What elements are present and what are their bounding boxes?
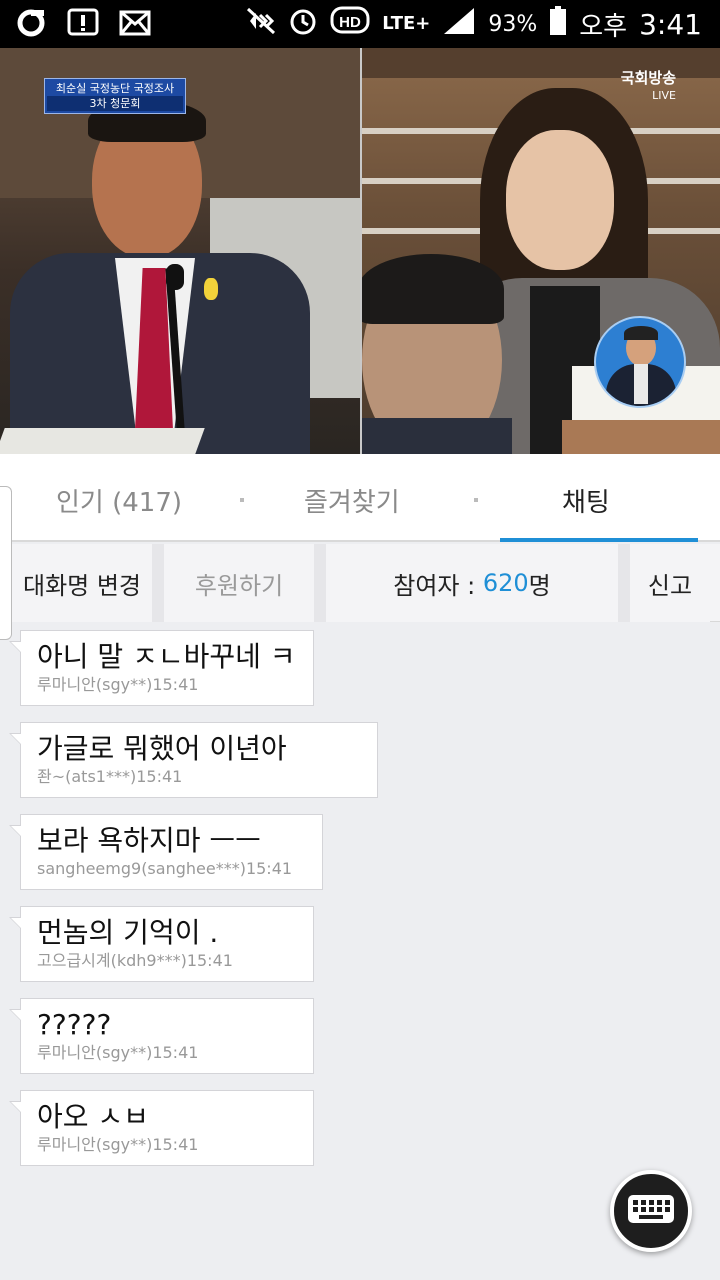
alarm-icon (288, 6, 318, 43)
signal-icon (442, 6, 476, 43)
video-left-speaker: 최순실 국정농단 국정조사 3차 청문회 (0, 48, 360, 454)
broadcaster-logo: 국회방송 LIVE (621, 70, 676, 104)
alert-icon (66, 6, 100, 40)
message-meta: 좐~(ats1***)15:41 (37, 767, 183, 786)
mail-icon (118, 6, 152, 40)
message-meta: 루마니안(sgy**)15:41 (37, 1043, 199, 1062)
network-label: LTE+ (382, 13, 431, 34)
mute-icon (246, 7, 276, 42)
hd-icon: HD (330, 6, 370, 43)
active-tab-indicator (500, 538, 698, 542)
status-bar: HD LTE+ 93% 오후 3:41 (0, 0, 720, 48)
keyboard-icon (627, 1194, 675, 1228)
participants-prefix: 참여자 : (393, 571, 483, 600)
tab-separator-dot (240, 498, 244, 502)
participants-count: 참여자 : 620 명 (326, 544, 618, 622)
tab-favorites[interactable]: 즐겨찾기 (304, 482, 400, 519)
message-meta: 루마니안(sgy**)15:41 (37, 1135, 199, 1154)
toolbar-separator (152, 544, 164, 622)
video-player[interactable]: 최순실 국정농단 국정조사 3차 청문회 국회방송 LIVE (0, 48, 720, 454)
chat-message[interactable]: 먼놈의 기억이 . 고으급시계(kdh9***)15:41 (9, 906, 314, 982)
donate-button[interactable]: 후원하기 (164, 544, 314, 622)
chat-message[interactable]: 아니 말 ㅈㄴ바꾸네 ㅋ 루마니안(sgy**)15:41 (9, 630, 314, 706)
chat-toolbar: 대화명 변경 후원하기 참여자 : 620 명 신고 (0, 544, 720, 622)
broadcast-caption: 최순실 국정농단 국정조사 3차 청문회 (44, 78, 186, 114)
battery-percent: 93% (488, 11, 538, 37)
clock-ampm: 오후 (579, 11, 628, 42)
message-text: 보라 욕하지마 ㅡㅡ (37, 824, 261, 857)
svg-text:HD: HD (339, 14, 361, 31)
sign-language-interpreter (594, 316, 686, 408)
participants-number: 620 (482, 569, 529, 597)
clock-time: 3:41 (639, 7, 702, 41)
message-meta: sangheemg9(sanghee***)15:41 (37, 859, 293, 878)
toolbar-separator (618, 544, 630, 622)
message-meta: 루마니안(sgy**)15:41 (37, 675, 199, 694)
message-text: ????? (37, 1008, 112, 1041)
live-label: LIVE (652, 89, 676, 102)
participants-suffix: 명 (528, 571, 551, 600)
notification-o-icon (14, 6, 48, 40)
rename-button[interactable]: 대화명 변경 (12, 544, 152, 622)
lte-icon: LTE+ (382, 15, 430, 33)
caption-title: 최순실 국정농단 국정조사 (55, 82, 175, 95)
tab-chat[interactable]: 채팅 (562, 482, 610, 519)
caption-subtitle: 3차 청문회 (47, 96, 183, 111)
broadcaster-name: 국회방송 (620, 69, 676, 87)
drawer-handle[interactable] (0, 486, 12, 640)
battery-icon (549, 5, 567, 43)
message-text: 먼놈의 기억이 . (37, 916, 219, 949)
chat-message[interactable]: 가글로 뭐했어 이년아 좐~(ats1***)15:41 (9, 722, 378, 798)
message-text: 가글로 뭐했어 이년아 (37, 732, 287, 765)
toolbar-separator (314, 544, 326, 622)
chat-message[interactable]: ????? 루마니안(sgy**)15:41 (9, 998, 314, 1074)
message-text: 아니 말 ㅈㄴ바꾸네 ㅋ (37, 640, 296, 673)
message-meta: 고으급시계(kdh9***)15:41 (37, 951, 233, 970)
tab-popular[interactable]: 인기 (417) (56, 482, 182, 519)
tab-bar: 인기 (417) 즐겨찾기 채팅 (0, 454, 720, 542)
tab-separator-dot (474, 498, 478, 502)
report-button[interactable]: 신고 (630, 544, 710, 622)
chat-message[interactable]: 보라 욕하지마 ㅡㅡ sangheemg9(sanghee***)15:41 (9, 814, 323, 890)
chat-message[interactable]: 아오 ㅅㅂ 루마니안(sgy**)15:41 (9, 1090, 314, 1166)
message-text: 아오 ㅅㅂ (37, 1100, 149, 1133)
keyboard-button[interactable] (610, 1170, 692, 1252)
